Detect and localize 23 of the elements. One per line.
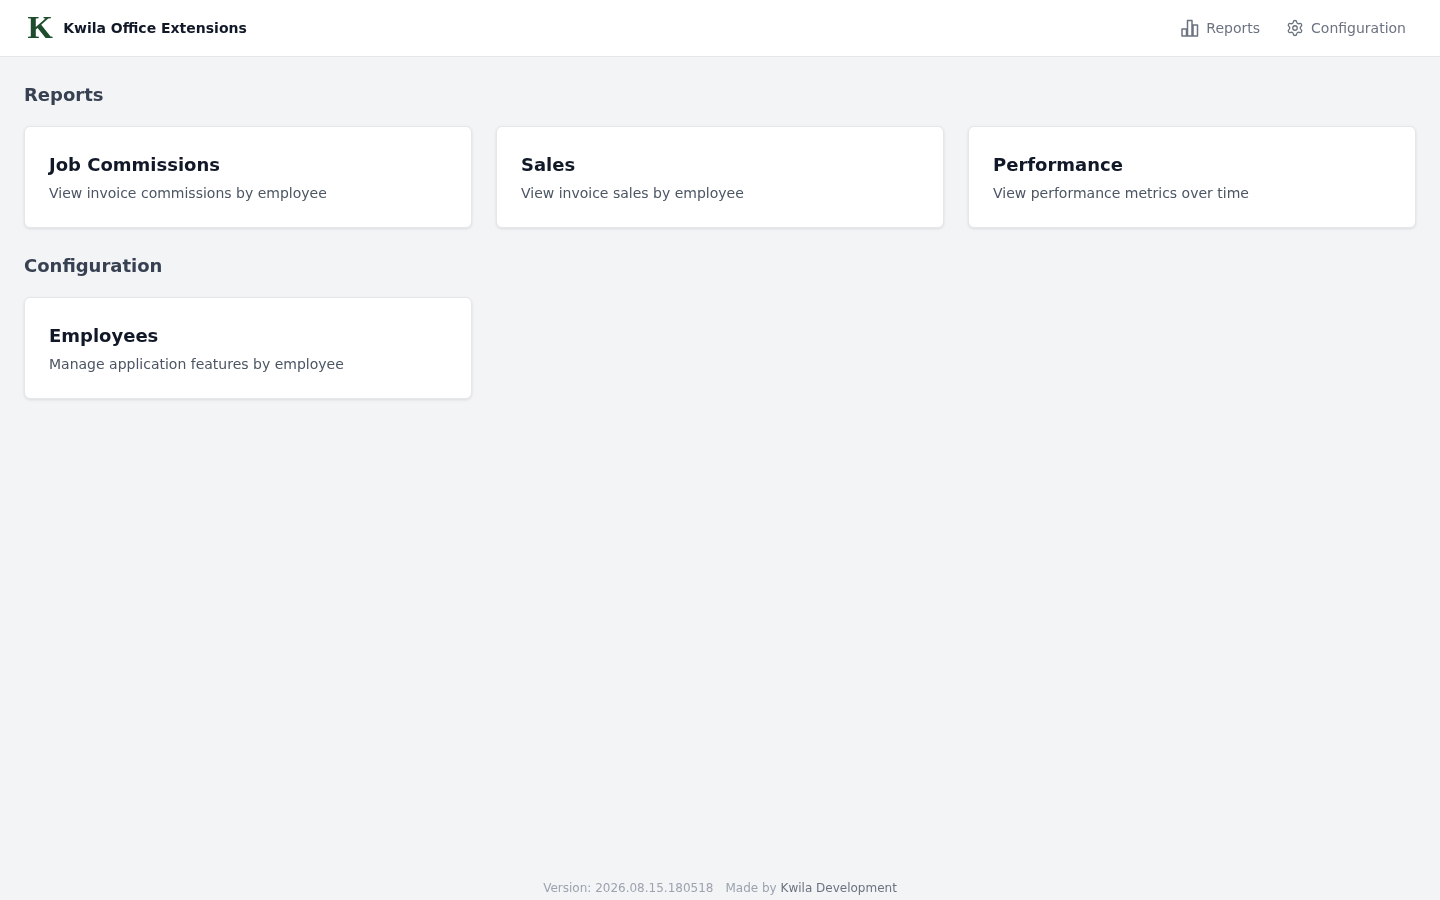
settings-icon	[1286, 19, 1305, 37]
bar-chart-icon	[1181, 19, 1200, 37]
menu-card[interactable]: Employees Manage application features by employee	[24, 297, 472, 399]
card-title: Sales	[521, 153, 576, 177]
version-text: Version: 2026.08.15.180518	[543, 880, 714, 896]
card-description: View invoice commissions by employee	[49, 184, 327, 203]
card-description: Manage application features by employee	[49, 355, 344, 374]
nav-link[interactable]: Configuration	[1278, 13, 1414, 43]
made-by-text: Made by Kwila Development	[725, 880, 897, 896]
card-title: Job Commissions	[49, 153, 220, 177]
card-description: View invoice sales by employee	[521, 184, 744, 203]
menu-card[interactable]: Sales View invoice sales by employee	[496, 126, 944, 228]
nav-link[interactable]: Reports	[1173, 13, 1269, 43]
section-heading: Reports	[24, 83, 105, 107]
section-heading: Configuration	[24, 254, 164, 278]
app-title: Kwila Office Extensions	[63, 20, 247, 36]
menu-card[interactable]: Job Commissions View invoice commissions by employee	[24, 126, 472, 228]
logo: K	[27, 13, 53, 43]
developer-link[interactable]: Kwila Development	[780, 881, 897, 895]
card-description: View performance metrics over time	[993, 184, 1249, 203]
menu-card[interactable]: Performance View performance metrics over time	[968, 126, 1416, 228]
card-title: Employees	[49, 324, 159, 348]
card-title: Performance	[993, 153, 1123, 177]
